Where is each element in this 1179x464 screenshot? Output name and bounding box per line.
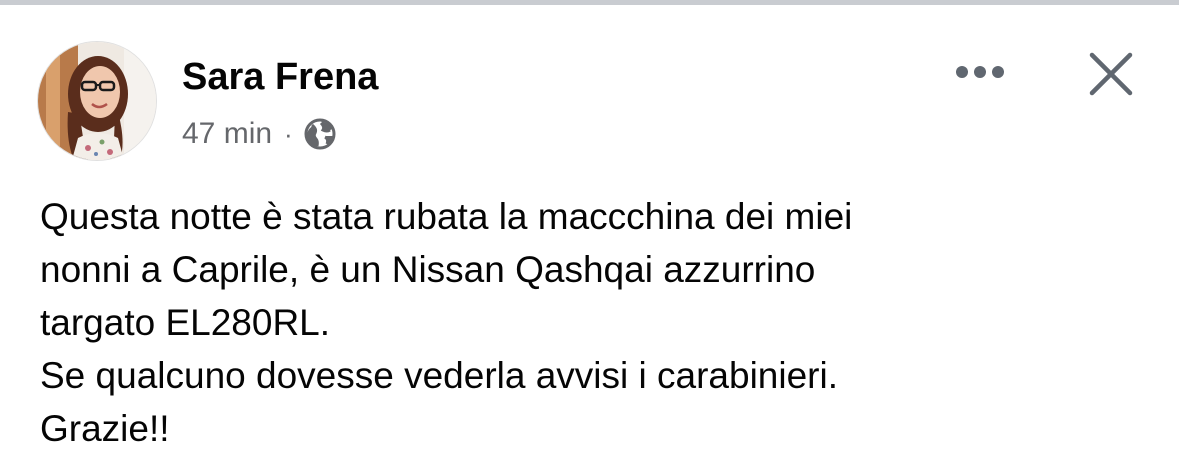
post-meta: 47 min ·: [182, 114, 337, 154]
close-button[interactable]: [1085, 48, 1137, 100]
post-line: Se qualcuno dovesse vederla avvisi i car…: [40, 355, 838, 396]
post-body: Questa notte è stata rubata la maccchina…: [40, 190, 1160, 455]
post-line: Questa notte è stata rubata la maccchina…: [40, 196, 853, 237]
close-icon: [1089, 52, 1133, 96]
avatar[interactable]: [38, 42, 156, 160]
post-timestamp[interactable]: 47 min: [182, 117, 272, 151]
post-line: nonni a Caprile, è un Nissan Qashqai azz…: [40, 249, 816, 290]
globe-icon[interactable]: [303, 117, 337, 151]
top-divider: [0, 0, 1179, 5]
more-horizontal-icon: [956, 66, 1004, 78]
avatar-photo: [38, 42, 156, 160]
post-line: targato EL280RL.: [40, 302, 331, 343]
more-options-button[interactable]: [950, 52, 1010, 92]
author-name[interactable]: Sara Frena: [182, 54, 378, 100]
meta-separator: ·: [284, 118, 293, 149]
post-line: Grazie!!: [40, 408, 170, 449]
